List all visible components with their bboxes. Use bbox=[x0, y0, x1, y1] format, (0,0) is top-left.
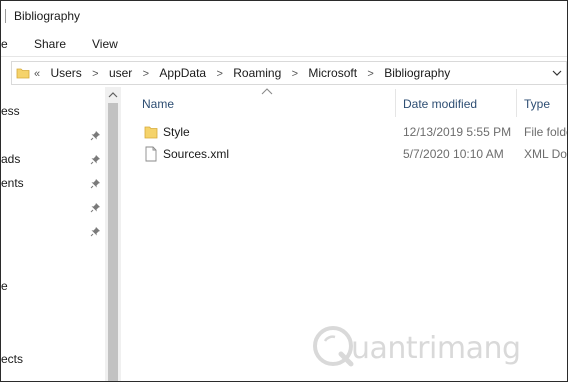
nav-scrollbar[interactable] bbox=[105, 87, 121, 381]
breadcrumb-bibliography[interactable]: Bibliography bbox=[384, 66, 450, 80]
chevron-right-icon[interactable]: > bbox=[292, 68, 298, 80]
pin-icon[interactable] bbox=[90, 178, 101, 189]
document-icon bbox=[145, 146, 157, 162]
tab-share[interactable]: Share bbox=[34, 37, 66, 51]
nav-item-pinned-4[interactable] bbox=[1, 200, 101, 216]
navigation-pane: ess ads ents e ects bbox=[1, 87, 119, 381]
chevron-right-icon[interactable]: > bbox=[92, 68, 98, 80]
breadcrumb: « Users > user > AppData > Roaming > Mic… bbox=[32, 66, 450, 80]
sort-ascending-icon bbox=[261, 88, 273, 95]
address-history-chevron-down-icon[interactable] bbox=[550, 66, 564, 80]
pin-icon[interactable] bbox=[90, 226, 101, 237]
breadcrumb-overflow-button[interactable]: « bbox=[34, 68, 40, 80]
column-header-name[interactable]: Name bbox=[142, 97, 174, 111]
file-type: File folde bbox=[524, 125, 568, 139]
nav-item-pinned-5[interactable] bbox=[1, 224, 101, 240]
tab-view[interactable]: View bbox=[92, 37, 118, 51]
address-bar[interactable]: « Users > user > AppData > Roaming > Mic… bbox=[11, 61, 567, 85]
watermark-text: uantrimang bbox=[351, 331, 521, 366]
title-divider bbox=[5, 9, 6, 23]
file-name: Sources.xml bbox=[163, 147, 230, 161]
breadcrumb-user[interactable]: user bbox=[109, 66, 132, 80]
explorer-window: Bibliography e Share View « Users > user… bbox=[0, 0, 568, 382]
nav-item-pinned-1[interactable] bbox=[1, 128, 101, 144]
folder-icon bbox=[16, 68, 30, 79]
nav-item-3d-objects[interactable]: ects bbox=[1, 352, 23, 366]
column-divider[interactable] bbox=[516, 89, 517, 117]
chevron-right-icon[interactable]: > bbox=[143, 68, 149, 80]
column-divider[interactable] bbox=[395, 89, 396, 117]
scroll-thumb[interactable] bbox=[108, 103, 118, 381]
chevron-right-icon[interactable]: > bbox=[367, 68, 373, 80]
file-name: Style bbox=[163, 125, 190, 139]
watermark: uantrimang bbox=[311, 321, 541, 373]
title-bar: Bibliography bbox=[1, 1, 567, 31]
tab-home[interactable]: e bbox=[1, 37, 8, 51]
file-date-modified: 12/13/2019 5:55 PM bbox=[403, 125, 512, 139]
scroll-up-arrow-icon[interactable] bbox=[108, 91, 118, 99]
nav-item-documents[interactable]: ents bbox=[1, 176, 24, 190]
folder-icon bbox=[144, 126, 158, 139]
column-header-date-modified[interactable]: Date modified bbox=[403, 97, 477, 111]
nav-item-quick-access[interactable]: ess bbox=[1, 104, 20, 118]
breadcrumb-users[interactable]: Users bbox=[50, 66, 81, 80]
column-header-row: Name Date modified Type bbox=[123, 87, 567, 121]
nav-item-downloads[interactable]: ads bbox=[1, 152, 20, 166]
file-row-sources-xml[interactable]: Sources.xml 5/7/2020 10:10 AM XML Doc bbox=[123, 143, 567, 165]
breadcrumb-appdata[interactable]: AppData bbox=[159, 66, 206, 80]
file-date-modified: 5/7/2020 10:10 AM bbox=[403, 147, 504, 161]
window-title: Bibliography bbox=[14, 9, 81, 23]
pin-icon[interactable] bbox=[90, 130, 101, 141]
column-header-type[interactable]: Type bbox=[524, 97, 550, 111]
pin-icon[interactable] bbox=[90, 202, 101, 213]
nav-item-onedrive[interactable]: e bbox=[1, 279, 8, 293]
breadcrumb-roaming[interactable]: Roaming bbox=[233, 66, 281, 80]
pin-icon[interactable] bbox=[90, 154, 101, 165]
breadcrumb-microsoft[interactable]: Microsoft bbox=[308, 66, 357, 80]
ribbon-tabs: e Share View bbox=[1, 31, 567, 57]
file-row-style[interactable]: Style 12/13/2019 5:55 PM File folde bbox=[123, 121, 567, 143]
file-type: XML Doc bbox=[524, 147, 567, 161]
chevron-right-icon[interactable]: > bbox=[216, 68, 222, 80]
